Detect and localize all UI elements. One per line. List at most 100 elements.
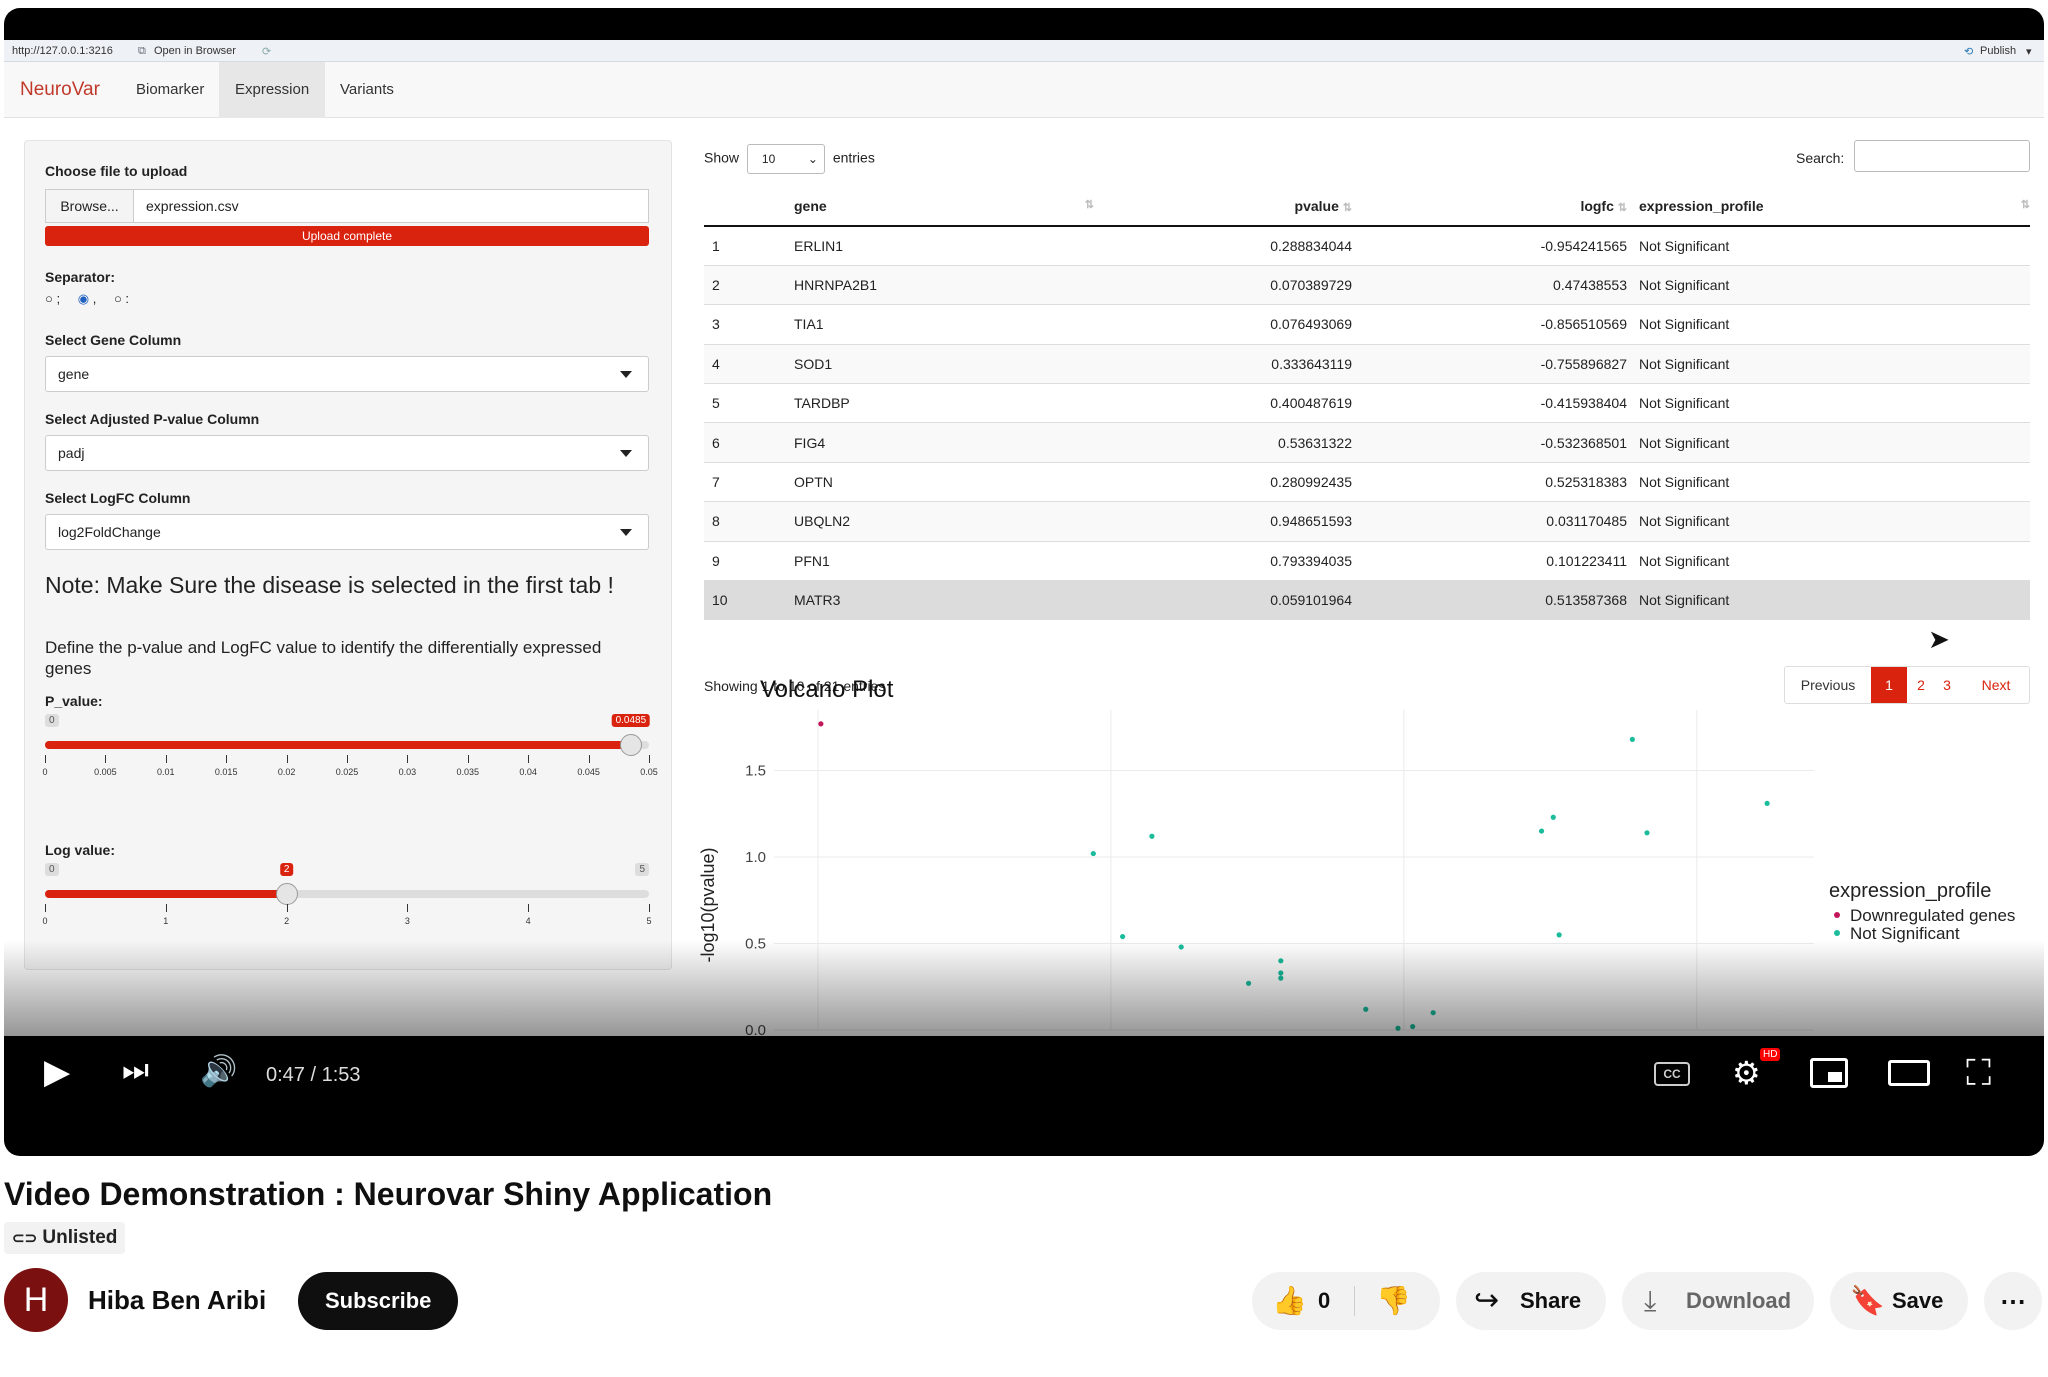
col-header-expression-profile[interactable]: expression_profile ⇅ xyxy=(1639,186,2030,227)
table-row[interactable]: 3 TIA1 0.076493069 -0.856510569 Not Signific… xyxy=(704,304,2030,345)
share-button[interactable]: ↪ Share xyxy=(1456,1272,1606,1330)
thumbs-up-icon[interactable]: 👍 xyxy=(1272,1272,1307,1330)
open-in-browser-icon: ⧉ xyxy=(138,45,146,57)
cell-index: 8 xyxy=(704,501,794,542)
cell-expression-profile: Not Significant xyxy=(1639,264,2030,305)
publish-button[interactable]: Publish xyxy=(1980,45,2016,57)
avatar[interactable]: H xyxy=(4,1268,68,1332)
search-input[interactable] xyxy=(1854,140,2030,172)
cell-logfc: -0.532368501 xyxy=(1364,422,1639,463)
time-display: 0:47 / 1:53 xyxy=(266,1064,361,1086)
pvalue-column-select[interactable]: padj xyxy=(45,435,649,471)
table-row[interactable]: 5 TARDBP 0.400487619 -0.415938404 Not Signif… xyxy=(704,383,2030,423)
chevron-down-icon xyxy=(620,529,632,536)
radio-label: ; xyxy=(56,291,61,306)
radio-label: : xyxy=(125,291,130,306)
publish-icon: ⟲ xyxy=(1964,46,1974,58)
save-label: Save xyxy=(1892,1288,1944,1313)
channel-name[interactable]: Hiba Ben Aribi xyxy=(88,1285,266,1316)
cell-expression-profile: Not Significant xyxy=(1639,461,2030,502)
tab-biomarker[interactable]: Biomarker xyxy=(120,62,220,118)
share-label: Share xyxy=(1520,1288,1582,1313)
cell-logfc: 0.47438553 xyxy=(1364,264,1639,305)
cell-expression-profile: Not Significant xyxy=(1639,343,2030,384)
subscribe-button[interactable]: Subscribe xyxy=(298,1272,459,1330)
slider-value-label: 0.0485 xyxy=(611,714,651,727)
captions-icon[interactable]: CC xyxy=(1654,1062,1690,1086)
note-heading: Note: Make Sure the disease is selected … xyxy=(45,572,614,598)
slider-handle[interactable] xyxy=(275,883,298,905)
table-row[interactable]: 10 MATR3 0.059101964 0.513587368 Not Signifi… xyxy=(704,580,2030,620)
play-icon[interactable]: ▶ xyxy=(44,1052,70,1092)
slider-handle[interactable] xyxy=(619,734,642,756)
theater-mode-icon[interactable] xyxy=(1888,1060,1930,1086)
cell-index: 4 xyxy=(704,343,794,384)
radio-semicolon[interactable]: ○ ; xyxy=(45,291,60,306)
thumbs-down-icon[interactable]: 👎 xyxy=(1376,1272,1411,1330)
radio-colon[interactable]: ○ : xyxy=(114,291,129,306)
table-row[interactable]: 7 OPTN 0.280992435 0.525318383 Not Significa… xyxy=(704,461,2030,502)
col-header-gene[interactable]: gene ⇅ xyxy=(794,186,1094,227)
cell-pvalue: 0.53631322 xyxy=(1094,422,1364,463)
table-row[interactable]: 2 HNRNPA2B1 0.070389729 0.47438553 Not Signi… xyxy=(704,264,2030,305)
slider-tick xyxy=(165,904,167,912)
data-point xyxy=(1120,933,1126,940)
file-input[interactable]: Browse... expression.csv xyxy=(45,189,649,223)
next-icon[interactable]: ⏭ xyxy=(122,1054,149,1088)
define-text: Define the p-value and LogFC value to id… xyxy=(45,638,602,678)
pvalue-slider[interactable]: 0 0.0485 0 0.005 0.01 0.015 0.02 0.025 0.03 0.0… xyxy=(42,714,658,809)
cell-logfc: -0.415938404 xyxy=(1364,383,1639,423)
data-point xyxy=(1556,932,1562,938)
video-player[interactable]: http://127.0.0.1:3216 ⧉ Open in Browser … xyxy=(4,8,2044,1156)
video-title: Video Demonstration : Neurovar Shiny App… xyxy=(4,1176,773,1212)
select-value: gene xyxy=(58,366,90,382)
col-header-logfc[interactable]: logfc ⇅ xyxy=(1364,186,1639,227)
app-brand[interactable]: NeuroVar xyxy=(20,79,100,101)
tab-expression[interactable]: Expression xyxy=(219,62,326,118)
viewer-url-bar: http://127.0.0.1:3216 ⧉ Open in Browser … xyxy=(4,40,2044,62)
select-value: 10 xyxy=(761,152,776,166)
tab-variants[interactable]: Variants xyxy=(324,62,410,118)
share-icon: ↪ xyxy=(1474,1284,1500,1317)
logfc-column-select[interactable]: log2FoldChange xyxy=(45,514,649,550)
pvalue-slider-label: P_value: xyxy=(45,693,103,709)
refresh-icon[interactable]: ⟳ xyxy=(262,45,271,58)
y-tick-label: 1.0 xyxy=(745,849,766,866)
radio-comma[interactable]: ◉ , xyxy=(78,291,97,306)
col-header-pvalue[interactable]: pvalue ⇅ xyxy=(1094,186,1364,227)
slider-tick-label: 2 xyxy=(284,916,290,926)
cell-pvalue: 0.059101964 xyxy=(1094,580,1364,620)
download-button[interactable]: ⤓ Download xyxy=(1622,1272,1814,1330)
open-in-browser-link[interactable]: Open in Browser xyxy=(154,45,236,57)
slider-tick-label: 0.045 xyxy=(577,767,600,777)
fullscreen-icon[interactable]: ⛶ xyxy=(1966,1052,1991,1095)
table-row[interactable]: 6 FIG4 0.53631322 -0.532368501 Not Significa… xyxy=(704,422,2030,463)
cell-pvalue: 0.288834044 xyxy=(1094,225,1364,266)
table-body: 1 ERLIN1 0.288834044 -0.954241565 Not Signif… xyxy=(704,225,2030,620)
chevron-down-icon[interactable]: ▾ xyxy=(2026,45,2032,58)
cell-index: 7 xyxy=(704,461,794,502)
gene-column-select[interactable]: gene xyxy=(45,356,649,392)
cell-expression-profile: Not Significant xyxy=(1639,383,2030,423)
table-row[interactable]: 8 UBQLN2 0.948651593 0.031170485 Not Signifi… xyxy=(704,501,2030,542)
settings-gear-icon[interactable]: ⚙ xyxy=(1732,1054,1761,1092)
app-navbar: NeuroVar Biomarker Expression Variants xyxy=(4,62,2044,118)
miniplayer-icon[interactable] xyxy=(1810,1058,1848,1088)
cell-pvalue: 0.076493069 xyxy=(1094,304,1364,345)
table-row[interactable]: 1 ERLIN1 0.288834044 -0.954241565 Not Signif… xyxy=(704,225,2030,266)
browse-button[interactable]: Browse... xyxy=(46,190,134,222)
slider-tick xyxy=(407,904,409,912)
more-options-icon[interactable]: ⋯ xyxy=(1984,1272,2042,1330)
entries-length-select[interactable]: 10 ⌄ xyxy=(746,144,825,174)
like-count: 0 xyxy=(1318,1288,1331,1313)
slider-tick xyxy=(467,755,469,763)
volume-icon[interactable]: 🔊 xyxy=(200,1054,237,1089)
col-header-text: pvalue xyxy=(1294,197,1339,214)
table-row[interactable]: 9 PFN1 0.793394035 0.101223411 Not Significa… xyxy=(704,540,2030,581)
cell-gene: ERLIN1 xyxy=(794,225,1094,266)
table-row[interactable]: 4 SOD1 0.333643119 -0.755896827 Not Signific… xyxy=(704,343,2030,384)
cell-gene: OPTN xyxy=(794,461,1094,502)
slider-tick xyxy=(165,755,167,763)
data-point xyxy=(1538,828,1545,834)
save-button[interactable]: 🔖 Save xyxy=(1830,1272,1968,1330)
